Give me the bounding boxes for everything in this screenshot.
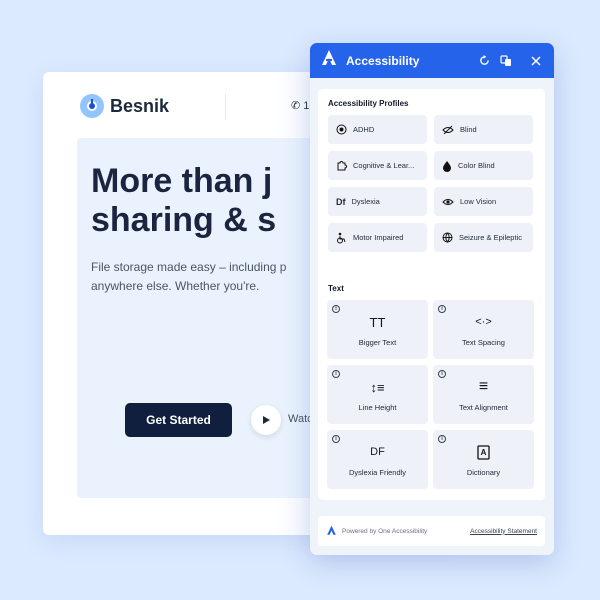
globe-icon (442, 232, 453, 243)
info-icon[interactable]: i (332, 435, 340, 443)
profile-blind[interactable]: Blind (434, 115, 533, 144)
profile-label: Dyslexia (351, 197, 380, 206)
accessibility-statement-link[interactable]: Accessibility Statement (470, 528, 537, 535)
dictionary-label: Dictionary (466, 468, 501, 477)
hero-subtitle-line2: anywhere else. Whether you're. (91, 279, 260, 293)
one-accessibility-logo-icon (326, 525, 337, 538)
line-height-card[interactable]: i ↕≡ Line Height (327, 365, 428, 424)
get-started-button[interactable]: Get Started (125, 403, 232, 437)
info-icon[interactable]: i (438, 435, 446, 443)
profile-label: Low Vision (460, 197, 497, 206)
text-alignment-icon: ≡ (478, 378, 489, 395)
profile-label: Cognitive & Lear... (353, 161, 415, 170)
target-icon (336, 124, 347, 135)
text-spacing-label: Text Spacing (462, 338, 505, 347)
text-alignment-label: Text Alignment (459, 403, 508, 412)
text-title: Text (328, 284, 344, 293)
bigger-text-icon: TT (369, 314, 386, 330)
line-height-label: Line Height (358, 403, 397, 412)
bigger-text-card[interactable]: i TT Bigger Text (327, 300, 428, 359)
profile-label: ADHD (353, 125, 375, 134)
profile-label: Seizure & Epileptic (459, 233, 522, 242)
eye-icon (442, 198, 454, 205)
panel-header: Accessibility (310, 43, 554, 78)
df-icon: Df (336, 196, 346, 207)
line-height-icon: ↕≡ (370, 379, 385, 395)
info-icon[interactable]: i (438, 370, 446, 378)
eye-off-icon (442, 125, 454, 134)
translate-icon[interactable] (498, 53, 514, 69)
brand-logo-icon (80, 94, 104, 118)
brand[interactable]: Besnik (80, 94, 169, 118)
bigger-text-label: Bigger Text (358, 338, 397, 347)
accessibility-logo-icon (320, 49, 338, 72)
panel-footer: Powered by One Accessibility Accessibili… (318, 516, 545, 546)
wheelchair-icon (337, 232, 346, 243)
dictionary-card[interactable]: i A Dictionary (433, 430, 534, 489)
hero-subtitle-line1: File storage made easy – including p (91, 260, 287, 274)
profile-color-blind[interactable]: Color Blind (434, 151, 533, 180)
panel-title: Accessibility (346, 53, 420, 68)
nav-divider (225, 94, 226, 120)
powered-by-text: Powered by One Accessibility (342, 527, 428, 535)
profile-label: Color Blind (458, 161, 495, 170)
info-icon[interactable]: i (332, 370, 340, 378)
text-section: Text i TT Bigger Text i <·> Text Spacing… (318, 274, 545, 500)
hero-heading-line1: More than j (91, 162, 273, 200)
profile-motor-impaired[interactable]: Motor Impaired (328, 223, 427, 252)
close-icon[interactable] (528, 53, 544, 69)
profile-label: Blind (460, 125, 477, 134)
accessibility-panel: Accessibility Accessibility Profiles ADH… (310, 43, 554, 555)
puzzle-icon (337, 161, 347, 171)
profile-seizure[interactable]: Seizure & Epileptic (434, 223, 533, 252)
watch-link[interactable]: Watc (288, 413, 313, 425)
info-icon[interactable]: i (438, 305, 446, 313)
hero-subtitle: File storage made easy – including p any… (91, 258, 286, 296)
profile-label: Motor Impaired (353, 233, 404, 242)
profiles-section: Accessibility Profiles ADHD Blind Cognit… (318, 89, 545, 297)
profile-low-vision[interactable]: Low Vision (434, 187, 533, 216)
profile-cognitive[interactable]: Cognitive & Lear... (328, 151, 427, 180)
text-spacing-card[interactable]: i <·> Text Spacing (433, 300, 534, 359)
dyslexia-friendly-icon: DF (370, 446, 385, 458)
svg-text:A: A (481, 448, 487, 457)
play-button[interactable] (251, 405, 281, 435)
dyslexia-friendly-card[interactable]: i DF Dyslexia Friendly (327, 430, 428, 489)
hero-heading: More than j sharing & s (91, 162, 276, 240)
hero-heading-line2: sharing & s (91, 201, 277, 239)
droplet-icon (443, 160, 451, 172)
phone-icon: ✆ (291, 100, 301, 112)
dyslexia-friendly-label: Dyslexia Friendly (348, 468, 407, 477)
brand-name: Besnik (110, 95, 170, 116)
text-spacing-icon: <·> (475, 316, 492, 328)
profiles-title: Accessibility Profiles (328, 99, 409, 108)
profile-dyslexia[interactable]: Df Dyslexia (328, 187, 427, 216)
play-icon (263, 416, 270, 424)
text-alignment-card[interactable]: i ≡ Text Alignment (433, 365, 534, 424)
info-icon[interactable]: i (332, 305, 340, 313)
profile-adhd[interactable]: ADHD (328, 115, 427, 144)
reset-icon[interactable] (476, 53, 492, 69)
dictionary-icon: A (433, 443, 534, 461)
